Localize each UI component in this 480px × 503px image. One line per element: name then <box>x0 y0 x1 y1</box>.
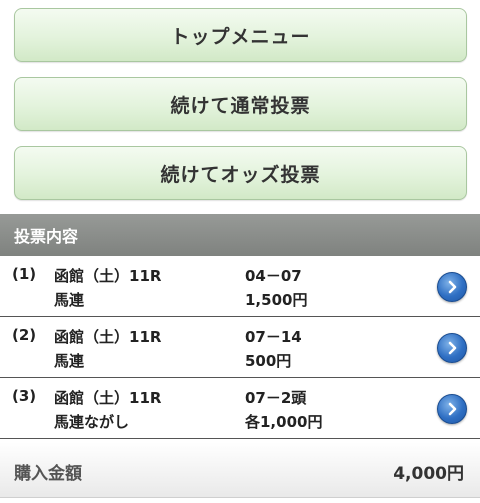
chevron-right-circle-icon[interactable] <box>437 333 467 363</box>
bet-number: (3) <box>12 387 37 405</box>
bet-race: 函館（土）11R <box>54 267 162 285</box>
bet-number: (2) <box>12 326 37 344</box>
purchase-total-label: 購入金額 <box>14 464 82 484</box>
bet-amount: 各1,000円 <box>245 413 323 431</box>
bet-row[interactable]: (3) 函館（土）11R 馬連ながし 07－2頭 各1,000円 <box>0 379 480 439</box>
bet-combination: 07－14 <box>245 328 302 346</box>
bet-combination: 04－07 <box>245 267 302 285</box>
bet-type: 馬連ながし <box>54 413 130 431</box>
bet-combination: 07－2頭 <box>245 389 307 407</box>
section-title: 投票内容 <box>14 227 79 246</box>
chevron-right-circle-icon[interactable] <box>437 394 467 424</box>
bet-type: 馬連 <box>54 352 85 370</box>
purchase-total-value: 4,000円 <box>393 464 464 484</box>
bet-amount: 500円 <box>245 352 292 370</box>
bet-row[interactable]: (1) 函館（土）11R 馬連 04－07 1,500円 <box>0 257 480 317</box>
vote-content-header: 投票内容 <box>0 214 480 256</box>
chevron-right-circle-icon[interactable] <box>437 272 467 302</box>
bet-number: (1) <box>12 265 37 283</box>
bet-amount: 1,500円 <box>245 291 308 309</box>
bet-row[interactable]: (2) 函館（土）11R 馬連 07－14 500円 <box>0 318 480 378</box>
top-menu-button[interactable]: トップメニュー <box>14 8 467 62</box>
bet-race: 函館（土）11R <box>54 328 162 346</box>
continue-odds-vote-button[interactable]: 続けてオッズ投票 <box>14 146 467 200</box>
bet-type: 馬連 <box>54 291 85 309</box>
purchase-total-bar: 購入金額 4,000円 <box>0 442 480 498</box>
continue-normal-vote-button[interactable]: 続けて通常投票 <box>14 77 467 131</box>
bet-race: 函館（土）11R <box>54 389 162 407</box>
